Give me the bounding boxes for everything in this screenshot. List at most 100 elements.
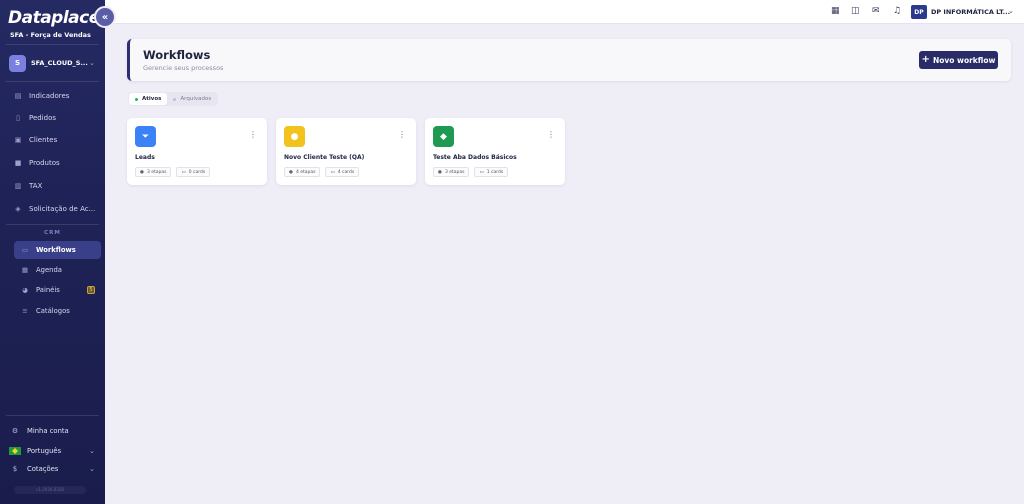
active-dot-icon: [135, 97, 138, 101]
dollar-icon: $: [12, 465, 18, 473]
language-selector[interactable]: Português ⌄: [6, 443, 99, 459]
paineis-badge: 5: [87, 286, 95, 294]
chevron-down-icon: ⌄: [89, 59, 95, 67]
page-subtitle: Gerencie seus processos: [143, 64, 224, 72]
double-chevron-left-icon: «: [101, 11, 109, 23]
divider: [6, 415, 99, 416]
quotes-label: Cotações: [27, 465, 59, 473]
tax-icon: ▥: [14, 182, 22, 190]
divider: [6, 81, 99, 82]
tenant-selector[interactable]: S SFA_CLOUD_S... ⌄: [6, 52, 99, 74]
chevron-down-icon: ⌄: [89, 465, 95, 473]
quotes-selector[interactable]: $ Cotações ⌄: [6, 461, 99, 477]
cards-icon: ▭: [181, 169, 186, 175]
new-workflow-label: Novo workflow: [932, 55, 996, 65]
layers-icon: ◆: [433, 126, 454, 147]
sidebar-item-label: TAX: [29, 182, 43, 190]
sidebar-item-catalogos[interactable]: ≡ Catálogos: [14, 302, 101, 320]
stages-chip: ● 3 etapas: [135, 167, 172, 177]
company-name[interactable]: DP INFORMÁTICA LT...: [931, 8, 1010, 16]
sidebar-item-label: Agenda: [36, 266, 62, 274]
sidebar-item-agenda[interactable]: ▦ Agenda: [14, 261, 101, 279]
dashboard-icon: ◕: [22, 286, 28, 294]
chevron-down-icon: ⌄: [89, 447, 95, 455]
workflow-card-novo-cliente[interactable]: ● ⋮ Novo Cliente Teste (QA) ● 4 etapas ▭ 4…: [276, 118, 416, 185]
cards-chip: ▭ 1 cards: [474, 167, 509, 177]
sidebar-item-tax[interactable]: ▥ TAX: [6, 177, 99, 195]
sidebar-item-produtos[interactable]: ■ Produtos: [6, 154, 99, 172]
bell-icon[interactable]: ♫: [893, 6, 901, 16]
workflow-title: Teste Aba Dados Básicos: [433, 154, 517, 161]
filter-icon: ⏷: [135, 126, 156, 147]
sidebar-item-solicitacao[interactable]: ◈ Solicitação de Ac...: [6, 200, 99, 218]
sidebar-item-label: Produtos: [29, 159, 60, 167]
stages-count: 3 etapas: [444, 169, 465, 175]
cards-count: 4 cards: [337, 169, 355, 175]
tab-label: Arquivados: [180, 96, 212, 102]
stages-chip: ● 3 etapas: [433, 167, 470, 177]
sidebar-item-workflows[interactable]: ▭ Workflows: [14, 241, 101, 259]
cards-chip: ▭ 4 cards: [325, 167, 360, 177]
sidebar-item-clientes[interactable]: ▣ Clientes: [6, 131, 99, 149]
box-icon: ■: [14, 159, 22, 167]
stages-count: 3 etapas: [146, 169, 167, 175]
chevron-down-icon[interactable]: ⌄: [1008, 7, 1014, 15]
workflow-card-teste-aba[interactable]: ◆ ⋮ Teste Aba Dados Básicos ● 3 etapas ▭ 1…: [425, 118, 565, 185]
sidebar-item-paineis[interactable]: ◕ Painéis 5: [14, 281, 101, 299]
more-options-icon[interactable]: ⋮: [398, 131, 406, 139]
stages-icon: ●: [289, 169, 293, 175]
mail-icon[interactable]: ✉: [872, 6, 880, 16]
cards-icon: ▭: [479, 169, 484, 175]
stages-icon: ●: [438, 169, 442, 175]
plus-icon: +: [921, 54, 930, 65]
sidebar-item-label: Painéis: [36, 286, 60, 294]
calendar-icon: ▦: [21, 266, 29, 274]
document-icon: ▯: [16, 114, 20, 122]
tab-arquivados[interactable]: Arquivados: [167, 93, 217, 105]
list-icon: ≡: [22, 307, 28, 315]
new-workflow-button[interactable]: + Novo workflow: [919, 51, 998, 69]
tenant-name: SFA_CLOUD_S...: [31, 59, 88, 67]
divider: [6, 224, 99, 225]
sidebar: Dataplace SFA - Força de Vendas S SFA_CL…: [0, 0, 105, 504]
page-title: Workflows: [143, 48, 211, 62]
gear-icon: ⚙: [11, 427, 19, 435]
sidebar-item-label: Solicitação de Ac...: [29, 205, 96, 213]
my-account-link[interactable]: ⚙ Minha conta: [6, 423, 99, 439]
status-tabs: Ativos Arquivados: [128, 92, 219, 106]
stages-chip: ● 4 etapas: [284, 167, 321, 177]
dataplace-logo[interactable]: Dataplace: [8, 8, 100, 28]
workflow-title: Novo Cliente Teste (QA): [284, 154, 365, 161]
workflow-card-leads[interactable]: ⏷ ⋮ Leads ● 3 etapas ▭ 0 cards: [127, 118, 267, 185]
id-card-icon: ▣: [14, 136, 22, 144]
brazil-flag-icon: [9, 447, 21, 455]
tenant-avatar: S: [9, 54, 26, 72]
sidebar-item-label: Clientes: [29, 136, 58, 144]
sidebar-item-pedidos[interactable]: ▯ Pedidos: [6, 109, 99, 127]
more-options-icon[interactable]: ⋮: [249, 131, 257, 139]
collapse-sidebar-button[interactable]: «: [94, 6, 116, 28]
language-label: Português: [27, 447, 62, 455]
user-icon: ●: [284, 126, 305, 147]
workflow-icon: ▭: [21, 246, 29, 254]
my-account-label: Minha conta: [27, 427, 69, 435]
divider: [6, 44, 99, 45]
app-subtitle: SFA - Força de Vendas: [10, 31, 91, 39]
cards-count: 1 cards: [486, 169, 504, 175]
version-label: v1.2026.0328: [14, 486, 86, 494]
crm-section-label: CRM: [44, 230, 61, 236]
page-header: Workflows Gerencie seus processos + Novo…: [127, 39, 1011, 81]
sidebar-item-label: Workflows: [36, 246, 76, 254]
sidebar-item-label: Indicadores: [29, 92, 70, 100]
calendar-icon[interactable]: ▦: [831, 6, 840, 16]
sidebar-item-indicadores[interactable]: ▤ Indicadores: [6, 87, 99, 105]
sidebar-item-label: Catálogos: [36, 307, 70, 315]
tab-ativos[interactable]: Ativos: [129, 93, 168, 105]
archived-dot-icon: [173, 97, 177, 101]
cards-count: 0 cards: [188, 169, 206, 175]
more-options-icon[interactable]: ⋮: [547, 131, 555, 139]
chart-icon: ▤: [14, 92, 22, 100]
stages-count: 4 etapas: [295, 169, 316, 175]
stages-icon: ●: [140, 169, 144, 175]
chat-icon[interactable]: ◫: [851, 6, 860, 16]
